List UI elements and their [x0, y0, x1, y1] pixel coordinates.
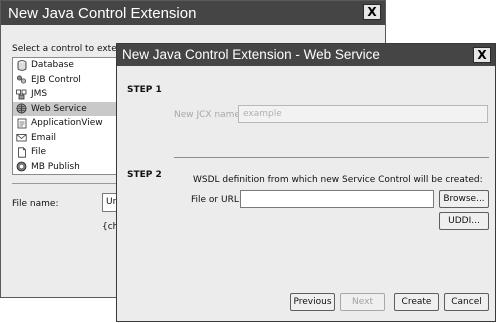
control-item-label: EJB Control: [31, 74, 81, 85]
front-dialog-close-button[interactable]: X: [473, 47, 491, 63]
database-icon: [16, 60, 27, 71]
cancel-button[interactable]: Cancel: [444, 293, 489, 311]
control-item-mb-publish[interactable]: MB Publish: [13, 160, 119, 175]
front-dialog-title: New Java Control Extension - Web Service: [117, 44, 495, 66]
step-2-heading: STEP 2: [127, 170, 162, 180]
uddi-button[interactable]: UDDI...: [439, 212, 489, 230]
mb-publish-icon: [16, 161, 27, 172]
file-name-label: File name:: [12, 199, 59, 209]
control-item-email[interactable]: Email: [13, 131, 119, 146]
back-dialog-close-button[interactable]: X: [363, 4, 381, 20]
control-item-database[interactable]: Database: [13, 58, 119, 73]
control-item-label: Database: [31, 60, 74, 71]
jms-icon: [16, 89, 27, 100]
ejb-icon: [16, 74, 27, 85]
control-item-web-service[interactable]: Web Service: [13, 101, 119, 116]
select-control-label: Select a control to extend:: [12, 44, 132, 54]
browse-button[interactable]: Browse...: [439, 190, 489, 208]
control-item-jms[interactable]: JMS: [13, 87, 119, 102]
create-button[interactable]: Create: [394, 293, 439, 311]
file-icon: [16, 147, 27, 158]
wsdl-definition-label: WSDL definition from which new Service C…: [193, 175, 483, 185]
step-divider: [174, 157, 489, 158]
control-item-file[interactable]: File: [13, 145, 119, 160]
control-item-label: ApplicationView: [31, 118, 103, 129]
file-or-url-label: File or URL:: [191, 195, 242, 205]
back-dialog-title: New Java Control Extension: [1, 1, 385, 25]
control-item-label: JMS: [31, 89, 48, 100]
control-item-label: MB Publish: [31, 161, 80, 172]
next-button[interactable]: Next: [340, 293, 385, 311]
control-list[interactable]: Database EJB Control JMS Web Service App…: [12, 57, 120, 175]
control-item-label: File: [31, 147, 47, 158]
control-item-label: Web Service: [31, 103, 87, 114]
file-or-url-input[interactable]: [240, 190, 434, 208]
step-1-heading: STEP 1: [127, 85, 162, 95]
control-item-applicationview[interactable]: ApplicationView: [13, 116, 119, 131]
control-item-ejb-control[interactable]: EJB Control: [13, 73, 119, 88]
globe-icon: [16, 103, 27, 114]
previous-button[interactable]: Previous: [290, 293, 335, 311]
control-item-label: Email: [31, 132, 56, 143]
document-icon: [16, 118, 27, 129]
back-dialog-divider: [12, 183, 122, 184]
jcx-name-input[interactable]: example: [238, 105, 488, 123]
jcx-name-label: New JCX name:: [174, 110, 244, 120]
envelope-icon: [16, 132, 27, 143]
web-service-dialog: New Java Control Extension - Web Service…: [116, 43, 496, 322]
